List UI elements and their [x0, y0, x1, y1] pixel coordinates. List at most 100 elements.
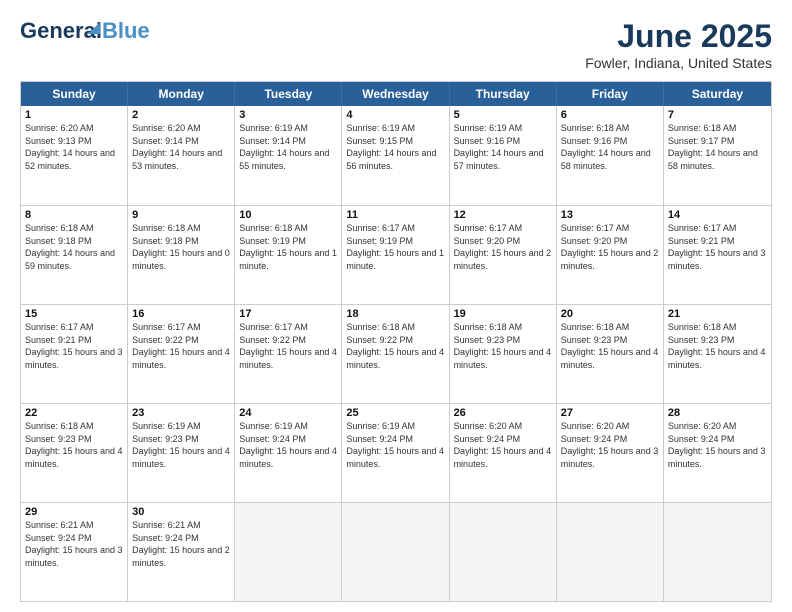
cell-info: Sunrise: 6:18 AM Sunset: 9:22 PM Dayligh… [346, 321, 444, 371]
table-row: 19 Sunrise: 6:18 AM Sunset: 9:23 PM Dayl… [450, 305, 557, 403]
day-number: 7 [668, 109, 767, 121]
table-row: 13 Sunrise: 6:17 AM Sunset: 9:20 PM Dayl… [557, 206, 664, 304]
cell-info: Sunrise: 6:21 AM Sunset: 9:24 PM Dayligh… [25, 519, 123, 569]
table-row: 27 Sunrise: 6:20 AM Sunset: 9:24 PM Dayl… [557, 404, 664, 502]
page: GeneralBlue June 2025 Fowler, Indiana, U… [0, 0, 792, 612]
day-number: 9 [132, 209, 230, 221]
table-row: 24 Sunrise: 6:19 AM Sunset: 9:24 PM Dayl… [235, 404, 342, 502]
table-row: 3 Sunrise: 6:19 AM Sunset: 9:14 PM Dayli… [235, 106, 342, 205]
table-row: 1 Sunrise: 6:20 AM Sunset: 9:13 PM Dayli… [21, 106, 128, 205]
table-row: 25 Sunrise: 6:19 AM Sunset: 9:24 PM Dayl… [342, 404, 449, 502]
cell-info: Sunrise: 6:20 AM Sunset: 9:14 PM Dayligh… [132, 122, 230, 172]
table-row: 23 Sunrise: 6:19 AM Sunset: 9:23 PM Dayl… [128, 404, 235, 502]
header-wednesday: Wednesday [342, 82, 449, 106]
header-thursday: Thursday [450, 82, 557, 106]
header-sunday: Sunday [21, 82, 128, 106]
cell-info: Sunrise: 6:17 AM Sunset: 9:21 PM Dayligh… [25, 321, 123, 371]
day-number: 10 [239, 209, 337, 221]
day-number: 25 [346, 407, 444, 419]
day-number: 22 [25, 407, 123, 419]
table-row: 14 Sunrise: 6:17 AM Sunset: 9:21 PM Dayl… [664, 206, 771, 304]
day-number: 1 [25, 109, 123, 121]
calendar-header: Sunday Monday Tuesday Wednesday Thursday… [21, 82, 771, 106]
cell-info: Sunrise: 6:19 AM Sunset: 9:15 PM Dayligh… [346, 122, 444, 172]
cell-info: Sunrise: 6:18 AM Sunset: 9:23 PM Dayligh… [454, 321, 552, 371]
day-number: 15 [25, 308, 123, 320]
table-row: 22 Sunrise: 6:18 AM Sunset: 9:23 PM Dayl… [21, 404, 128, 502]
cell-info: Sunrise: 6:18 AM Sunset: 9:23 PM Dayligh… [561, 321, 659, 371]
day-number: 19 [454, 308, 552, 320]
cell-info: Sunrise: 6:20 AM Sunset: 9:24 PM Dayligh… [561, 420, 659, 470]
table-row [450, 503, 557, 601]
table-row: 2 Sunrise: 6:20 AM Sunset: 9:14 PM Dayli… [128, 106, 235, 205]
calendar-title: June 2025 [585, 18, 772, 55]
logo-icon [88, 22, 100, 34]
cell-info: Sunrise: 6:18 AM Sunset: 9:23 PM Dayligh… [668, 321, 767, 371]
table-row: 4 Sunrise: 6:19 AM Sunset: 9:15 PM Dayli… [342, 106, 449, 205]
cell-info: Sunrise: 6:17 AM Sunset: 9:22 PM Dayligh… [239, 321, 337, 371]
calendar-location: Fowler, Indiana, United States [585, 55, 772, 71]
day-number: 5 [454, 109, 552, 121]
day-number: 4 [346, 109, 444, 121]
cell-info: Sunrise: 6:18 AM Sunset: 9:18 PM Dayligh… [132, 222, 230, 272]
table-row: 18 Sunrise: 6:18 AM Sunset: 9:22 PM Dayl… [342, 305, 449, 403]
day-number: 11 [346, 209, 444, 221]
cell-info: Sunrise: 6:21 AM Sunset: 9:24 PM Dayligh… [132, 519, 230, 569]
header-monday: Monday [128, 82, 235, 106]
table-row: 20 Sunrise: 6:18 AM Sunset: 9:23 PM Dayl… [557, 305, 664, 403]
week-row-1: 1 Sunrise: 6:20 AM Sunset: 9:13 PM Dayli… [21, 106, 771, 205]
cell-info: Sunrise: 6:19 AM Sunset: 9:16 PM Dayligh… [454, 122, 552, 172]
header: GeneralBlue June 2025 Fowler, Indiana, U… [20, 18, 772, 71]
week-row-5: 29 Sunrise: 6:21 AM Sunset: 9:24 PM Dayl… [21, 502, 771, 601]
header-friday: Friday [557, 82, 664, 106]
day-number: 20 [561, 308, 659, 320]
day-number: 6 [561, 109, 659, 121]
table-row: 21 Sunrise: 6:18 AM Sunset: 9:23 PM Dayl… [664, 305, 771, 403]
cell-info: Sunrise: 6:19 AM Sunset: 9:24 PM Dayligh… [239, 420, 337, 470]
table-row: 30 Sunrise: 6:21 AM Sunset: 9:24 PM Dayl… [128, 503, 235, 601]
calendar: Sunday Monday Tuesday Wednesday Thursday… [20, 81, 772, 602]
cell-info: Sunrise: 6:17 AM Sunset: 9:22 PM Dayligh… [132, 321, 230, 371]
week-row-4: 22 Sunrise: 6:18 AM Sunset: 9:23 PM Dayl… [21, 403, 771, 502]
cell-info: Sunrise: 6:17 AM Sunset: 9:20 PM Dayligh… [454, 222, 552, 272]
day-number: 27 [561, 407, 659, 419]
table-row: 12 Sunrise: 6:17 AM Sunset: 9:20 PM Dayl… [450, 206, 557, 304]
table-row [235, 503, 342, 601]
table-row: 15 Sunrise: 6:17 AM Sunset: 9:21 PM Dayl… [21, 305, 128, 403]
day-number: 17 [239, 308, 337, 320]
cell-info: Sunrise: 6:19 AM Sunset: 9:14 PM Dayligh… [239, 122, 337, 172]
day-number: 18 [346, 308, 444, 320]
cell-info: Sunrise: 6:17 AM Sunset: 9:20 PM Dayligh… [561, 222, 659, 272]
table-row: 28 Sunrise: 6:20 AM Sunset: 9:24 PM Dayl… [664, 404, 771, 502]
cell-info: Sunrise: 6:18 AM Sunset: 9:19 PM Dayligh… [239, 222, 337, 272]
day-number: 24 [239, 407, 337, 419]
day-number: 28 [668, 407, 767, 419]
day-number: 12 [454, 209, 552, 221]
cell-info: Sunrise: 6:20 AM Sunset: 9:13 PM Dayligh… [25, 122, 123, 172]
day-number: 8 [25, 209, 123, 221]
table-row: 17 Sunrise: 6:17 AM Sunset: 9:22 PM Dayl… [235, 305, 342, 403]
calendar-body: 1 Sunrise: 6:20 AM Sunset: 9:13 PM Dayli… [21, 106, 771, 601]
table-row: 26 Sunrise: 6:20 AM Sunset: 9:24 PM Dayl… [450, 404, 557, 502]
cell-info: Sunrise: 6:18 AM Sunset: 9:18 PM Dayligh… [25, 222, 123, 272]
cell-info: Sunrise: 6:17 AM Sunset: 9:21 PM Dayligh… [668, 222, 767, 272]
table-row: 29 Sunrise: 6:21 AM Sunset: 9:24 PM Dayl… [21, 503, 128, 601]
day-number: 2 [132, 109, 230, 121]
cell-info: Sunrise: 6:17 AM Sunset: 9:19 PM Dayligh… [346, 222, 444, 272]
day-number: 23 [132, 407, 230, 419]
day-number: 3 [239, 109, 337, 121]
table-row: 8 Sunrise: 6:18 AM Sunset: 9:18 PM Dayli… [21, 206, 128, 304]
day-number: 30 [132, 506, 230, 518]
cell-info: Sunrise: 6:18 AM Sunset: 9:17 PM Dayligh… [668, 122, 767, 172]
day-number: 29 [25, 506, 123, 518]
cell-info: Sunrise: 6:19 AM Sunset: 9:23 PM Dayligh… [132, 420, 230, 470]
logo: GeneralBlue [20, 18, 110, 60]
title-block: June 2025 Fowler, Indiana, United States [585, 18, 772, 71]
table-row [664, 503, 771, 601]
day-number: 14 [668, 209, 767, 221]
week-row-3: 15 Sunrise: 6:17 AM Sunset: 9:21 PM Dayl… [21, 304, 771, 403]
cell-info: Sunrise: 6:20 AM Sunset: 9:24 PM Dayligh… [668, 420, 767, 470]
cell-info: Sunrise: 6:20 AM Sunset: 9:24 PM Dayligh… [454, 420, 552, 470]
table-row: 6 Sunrise: 6:18 AM Sunset: 9:16 PM Dayli… [557, 106, 664, 205]
day-number: 21 [668, 308, 767, 320]
